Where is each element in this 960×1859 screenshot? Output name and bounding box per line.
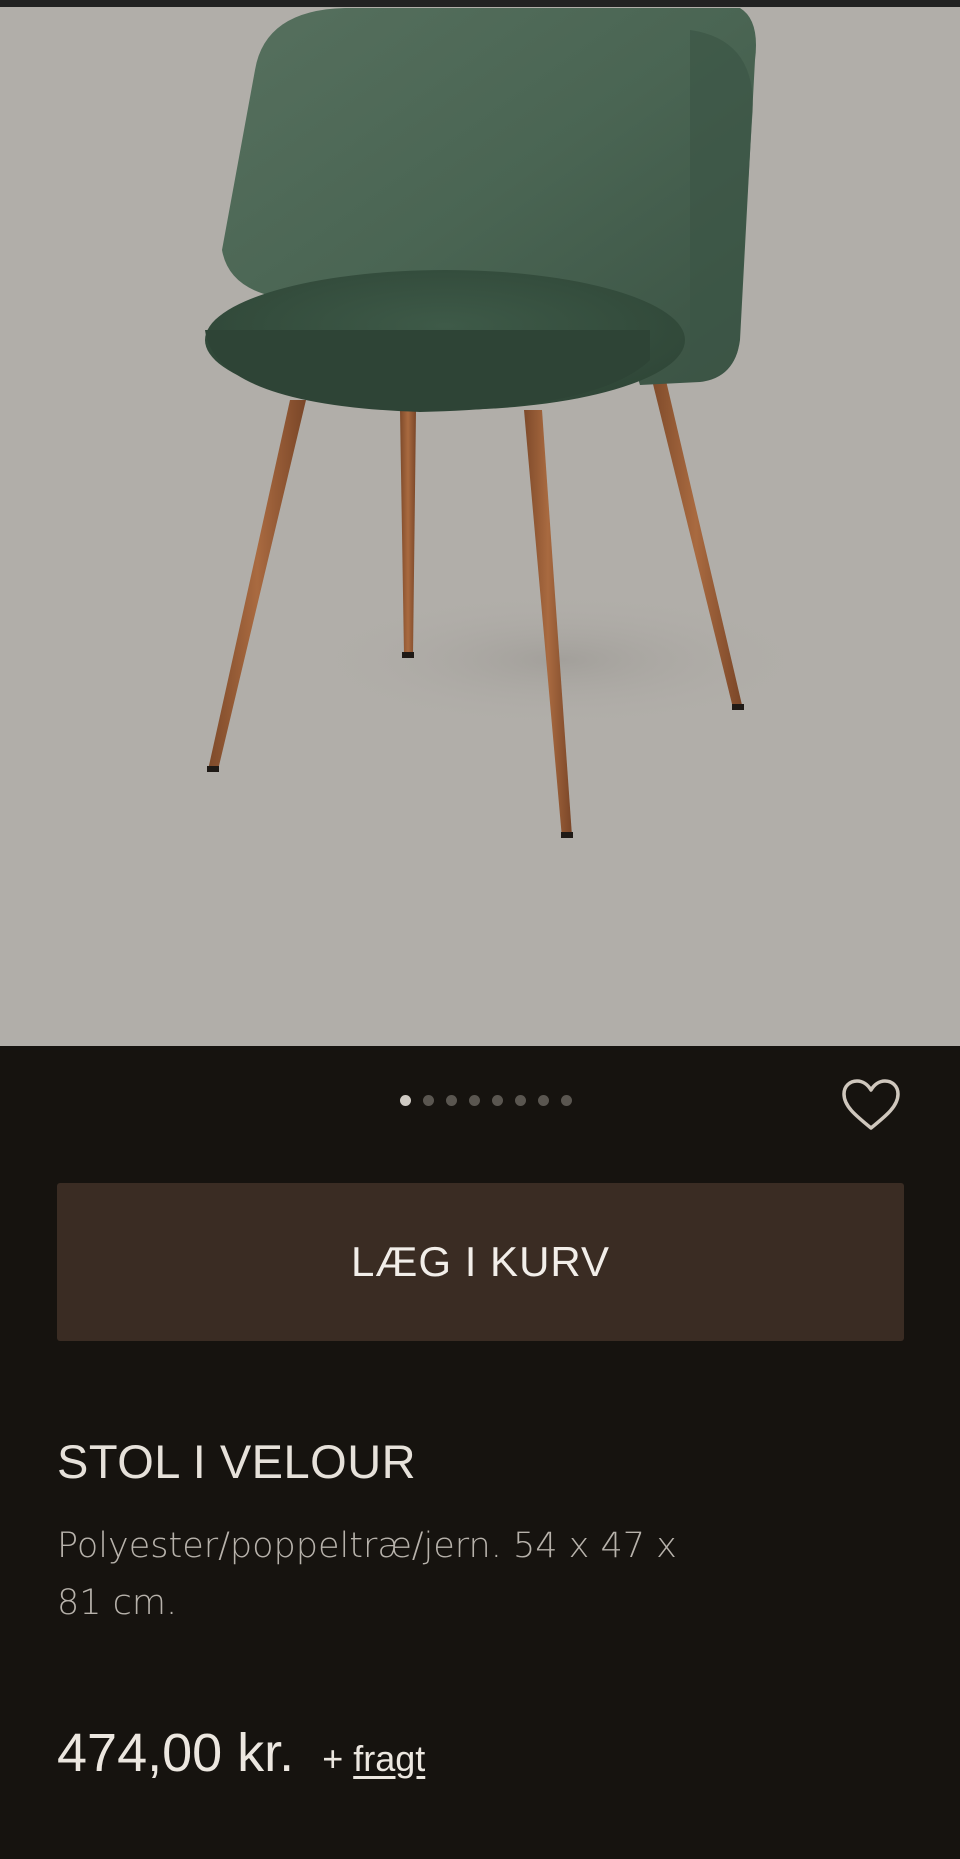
heart-outline-icon	[842, 1079, 900, 1130]
price-plus-sign: +	[322, 1738, 344, 1779]
carousel-dot[interactable]	[538, 1095, 549, 1106]
image-carousel-indicator[interactable]	[0, 1095, 960, 1109]
product-description: Polyester/poppeltræ/jern. 54 x 47 x 81 c…	[57, 1526, 677, 1623]
product-image[interactable]	[0, 7, 960, 1046]
favorite-button[interactable]	[836, 1075, 906, 1135]
carousel-dot[interactable]	[446, 1095, 457, 1106]
product-title: STOL I VELOUR	[57, 1435, 417, 1488]
freight-link[interactable]: fragt	[353, 1738, 425, 1780]
add-to-cart-button[interactable]: LÆG I KURV	[57, 1183, 904, 1341]
carousel-dot[interactable]	[423, 1095, 434, 1106]
product-price: 474,00 kr.	[57, 1723, 295, 1783]
carousel-dot[interactable]	[492, 1095, 503, 1106]
carousel-dot[interactable]	[515, 1095, 526, 1106]
carousel-dot[interactable]	[561, 1095, 572, 1106]
carousel-dot[interactable]	[400, 1095, 411, 1106]
carousel-dot[interactable]	[469, 1095, 480, 1106]
add-to-cart-label: LÆG I KURV	[351, 1238, 610, 1285]
chair-illustration	[205, 8, 820, 838]
top-status-bar	[0, 0, 960, 7]
price-row: 474,00 kr. + fragt	[57, 1722, 425, 1784]
